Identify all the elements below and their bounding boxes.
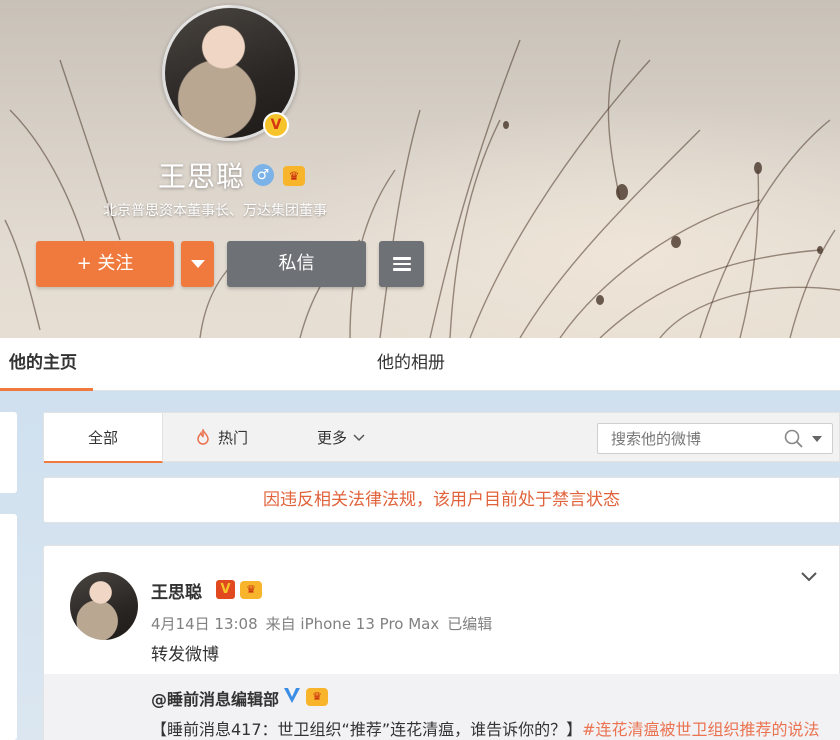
sidebar-card <box>0 514 17 740</box>
post-time[interactable]: 4月14日 13:08 <box>151 615 258 633</box>
filter-more-label: 更多 <box>317 429 348 447</box>
message-button[interactable]: 私信 <box>227 241 366 287</box>
fire-icon <box>197 429 209 445</box>
profile-name: 王思聪 <box>158 160 246 193</box>
reposted-content: @睡前消息编辑部 ♛ 【睡前消息417：世卫组织“推荐”连花清瘟，谁告诉你的？】… <box>44 674 840 740</box>
post-author-avatar[interactable] <box>70 572 138 640</box>
tab-album[interactable]: 他的相册 <box>377 338 445 391</box>
search-options-caret-icon[interactable] <box>812 436 822 442</box>
filter-more-dropdown[interactable]: 更多 <box>317 413 365 463</box>
search-icon[interactable] <box>784 429 804 449</box>
crown-icon[interactable]: ♛ <box>283 166 305 186</box>
crown-icon[interactable]: ♛ <box>306 688 328 706</box>
repost-author[interactable]: @睡前消息编辑部 <box>151 686 279 710</box>
crown-icon[interactable]: ♛ <box>240 581 262 599</box>
repost-title: 【睡前消息417：世卫组织“推荐”连花清瘟，谁告诉你的？】 <box>151 720 583 739</box>
filter-hot-tab[interactable]: 热门 <box>196 413 248 463</box>
tab-home[interactable]: 他的主页 <box>0 338 93 391</box>
follow-button[interactable]: + 关注 <box>36 241 174 287</box>
post-edited[interactable]: 已编辑 <box>447 615 492 633</box>
weibo-post: 王思聪 V ♛ 4月14日 13:08 来自 iPhone 13 Pro Max 已… <box>43 545 840 740</box>
gender-male-icon: ♂ <box>252 164 274 186</box>
banner-background <box>0 0 840 338</box>
post-author-name[interactable]: 王思聪 <box>151 578 202 603</box>
mute-notice: 因违反相关法律法规，该用户目前处于禁言状态 <box>43 477 840 523</box>
post-source: 来自 iPhone 13 Pro Max <box>265 615 440 633</box>
repost-text: 【睡前消息417：世卫组织“推荐”连花清瘟，谁告诉你的？】#连花清瘟被世卫组织推… <box>151 716 820 740</box>
post-text: 转发微博 <box>151 645 219 665</box>
profile-banner: V 王思聪 ♂ ♛ 北京普思资本董事长、万达集团董事 + 关注 私信 <box>0 0 840 338</box>
more-menu-button[interactable] <box>379 241 424 287</box>
profile-tabs: 他的主页 他的相册 <box>0 338 840 391</box>
search-input[interactable] <box>598 424 778 453</box>
menu-icon <box>392 257 411 271</box>
filter-all-tab[interactable]: 全部 <box>44 413 163 463</box>
filter-hot-label: 热门 <box>218 429 249 447</box>
post-meta: 4月14日 13:08 来自 iPhone 13 Pro Max 已编辑 <box>151 613 500 634</box>
verified-icon: V <box>263 112 289 138</box>
repost-hashtag[interactable]: #连花清瘟被世卫组织推荐的说法 <box>582 720 819 739</box>
chevron-down-icon[interactable] <box>801 571 817 583</box>
verified-blue-icon <box>284 688 300 703</box>
sidebar-card <box>0 412 17 493</box>
weibo-search <box>597 423 833 454</box>
profile-description: 北京普思资本董事长、万达集团董事 <box>103 203 327 219</box>
chevron-down-icon <box>353 434 365 442</box>
caret-down-icon <box>190 260 205 268</box>
verified-icon: V <box>216 580 235 599</box>
follow-options-button[interactable] <box>181 241 214 287</box>
